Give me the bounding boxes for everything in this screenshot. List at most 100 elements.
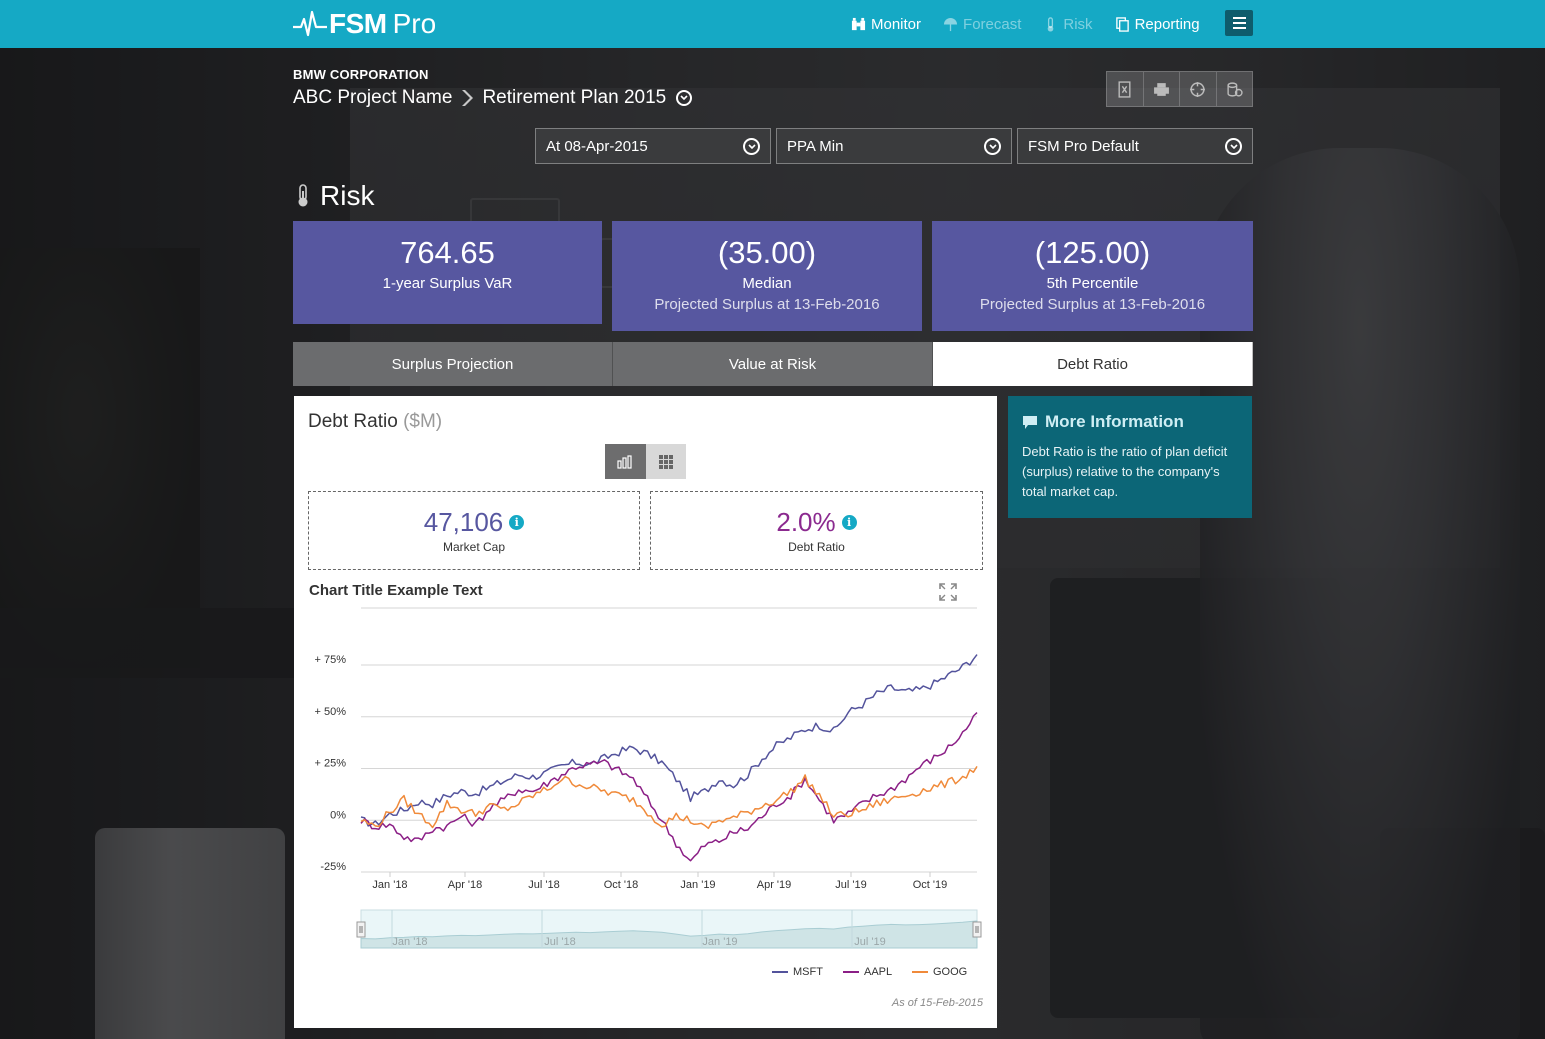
debt-ratio-value: 2.0%	[776, 507, 836, 537]
menu-bar	[1232, 22, 1246, 24]
y-tick-label: + 75%	[315, 654, 347, 666]
navigator-tick-label: Jan '18	[392, 936, 427, 948]
excel-export-button[interactable]	[1107, 72, 1144, 106]
legend-aapl[interactable]: AAPL	[843, 966, 892, 978]
binoculars-icon	[851, 17, 866, 30]
kpi-sublabel: Projected Surplus at 13-Feb-2016	[979, 296, 1206, 313]
x-tick-label: Oct '18	[604, 879, 639, 891]
info-title-text: More Information	[1045, 412, 1184, 431]
chevron-down-icon	[984, 138, 1001, 155]
legend-label: MSFT	[793, 966, 823, 978]
info-icon[interactable]: i	[841, 515, 857, 530]
logo-text: FSM	[329, 8, 387, 39]
profile-select-value: FSM Pro Default	[1028, 137, 1139, 155]
series-line-aapl	[360, 712, 978, 862]
kpi-value: 764.65	[400, 235, 495, 270]
legend-label: GOOG	[933, 966, 968, 978]
breadcrumb-project[interactable]: ABC Project Name	[293, 87, 452, 109]
app-logo[interactable]: FSM Pro	[293, 7, 436, 41]
legend-swatch	[772, 971, 788, 973]
copy-icon	[1115, 16, 1129, 32]
as-of-date: As of 15-Feb-2015	[891, 997, 983, 1009]
nav-reporting[interactable]: Reporting	[1115, 16, 1200, 33]
export-toolbar	[1106, 71, 1253, 107]
basis-select[interactable]: PPA Min	[776, 128, 1012, 164]
y-tick-label: + 25%	[315, 758, 347, 770]
logo-subtext: Pro	[392, 8, 437, 39]
info-body: Debt Ratio is the ratio of plan deficit …	[1022, 444, 1228, 499]
debt-ratio-metric: 2.0% i Debt Ratio	[650, 491, 983, 570]
info-title: More Information	[1022, 412, 1238, 432]
breadcrumb-plan[interactable]: Retirement Plan 2015	[482, 87, 666, 109]
database-button[interactable]	[1217, 72, 1253, 106]
metric-value-row: 2.0% i	[651, 507, 982, 538]
panel-title-text: Debt Ratio	[308, 411, 398, 432]
kpi-card-var: 764.65 1-year Surplus VaR	[293, 221, 602, 324]
menu-bar	[1232, 17, 1246, 19]
umbrella-icon	[943, 17, 958, 31]
navigator-right-handle	[972, 921, 982, 938]
chart-view-button[interactable]	[605, 444, 646, 479]
y-tick-label: -25%	[320, 861, 346, 873]
database-icon	[1227, 81, 1243, 97]
excel-icon	[1118, 80, 1131, 98]
nav-risk[interactable]: Risk	[1043, 16, 1093, 33]
x-tick-label: Apr '19	[757, 879, 792, 891]
profile-select[interactable]: FSM Pro Default	[1017, 128, 1253, 164]
legend-label: AAPL	[864, 966, 893, 978]
kpi-label: 1-year Surplus VaR	[382, 275, 513, 292]
nav-label: Forecast	[963, 15, 1022, 33]
x-tick-label: Jul '19	[835, 879, 866, 891]
x-tick-label: Jan '18	[372, 879, 407, 891]
chevron-down-icon	[743, 138, 760, 155]
legend-msft[interactable]: MSFT	[772, 966, 823, 978]
nav-label: Reporting	[1134, 15, 1200, 33]
navigator-tick-label: Jul '18	[544, 936, 575, 948]
debt-ratio-label: Debt Ratio	[788, 540, 845, 554]
page-title: Risk	[296, 180, 374, 212]
legend-swatch	[912, 971, 928, 973]
x-tick-label: Jul '18	[528, 879, 559, 891]
breadcrumb: ABC Project Name Retirement Plan 2015	[293, 87, 693, 109]
company-name: BMW CORPORATION	[293, 67, 429, 82]
kpi-value: (35.00)	[717, 235, 817, 270]
y-tick-label: 0%	[330, 809, 346, 821]
nav-monitor[interactable]: Monitor	[851, 16, 921, 33]
legend-goog[interactable]: GOOG	[912, 966, 967, 978]
thermometer-icon	[1048, 16, 1054, 32]
thermometer-icon	[298, 184, 308, 207]
print-button[interactable]	[1144, 72, 1180, 106]
comment-icon	[1023, 415, 1037, 429]
tab-surplus-projection[interactable]: Surplus Projection	[293, 342, 613, 386]
info-icon[interactable]: i	[509, 515, 525, 530]
grid-view-button[interactable]	[645, 444, 686, 479]
x-tick-label: Jan '19	[680, 879, 715, 891]
legend-swatch	[843, 971, 859, 973]
crosshair-icon	[1190, 81, 1206, 97]
market-cap-metric: 47,106 i Market Cap	[308, 491, 640, 570]
navigator-tick-label: Jul '19	[854, 936, 885, 948]
basis-select-value: PPA Min	[787, 137, 844, 155]
x-tick-label: Oct '19	[913, 879, 948, 891]
market-cap-label: Market Cap	[442, 540, 506, 554]
debt-ratio-panel: Debt Ratio ($M) 47,106 i Market Cap 2.0%…	[294, 396, 997, 1028]
view-toggle	[605, 444, 686, 479]
top-nav: FSM Pro Monitor Forecast Risk Reporting	[0, 0, 1545, 48]
risk-tabs: Surplus Projection Value at Risk Debt Ra…	[293, 342, 1253, 386]
menu-bar	[1232, 27, 1246, 29]
chevron-down-icon[interactable]	[676, 90, 693, 106]
hamburger-menu-button[interactable]	[1225, 10, 1253, 36]
tab-value-at-risk[interactable]: Value at Risk	[613, 342, 933, 386]
target-button[interactable]	[1180, 72, 1217, 106]
grid-icon	[658, 454, 673, 469]
nav-forecast[interactable]: Forecast	[943, 16, 1021, 33]
market-cap-value: 47,106	[423, 507, 504, 537]
navigator-left-handle	[356, 921, 366, 938]
tab-debt-ratio[interactable]: Debt Ratio	[933, 342, 1253, 386]
date-select[interactable]: At 08-Apr-2015	[535, 128, 771, 164]
chevron-down-icon	[1225, 138, 1242, 155]
kpi-card-5th-percentile: (125.00) 5th Percentile Projected Surplu…	[932, 221, 1253, 331]
page-title-text: Risk	[320, 180, 375, 211]
x-tick-label: Apr '18	[448, 879, 483, 891]
more-information-box: More Information Debt Ratio is the ratio…	[1008, 396, 1252, 518]
